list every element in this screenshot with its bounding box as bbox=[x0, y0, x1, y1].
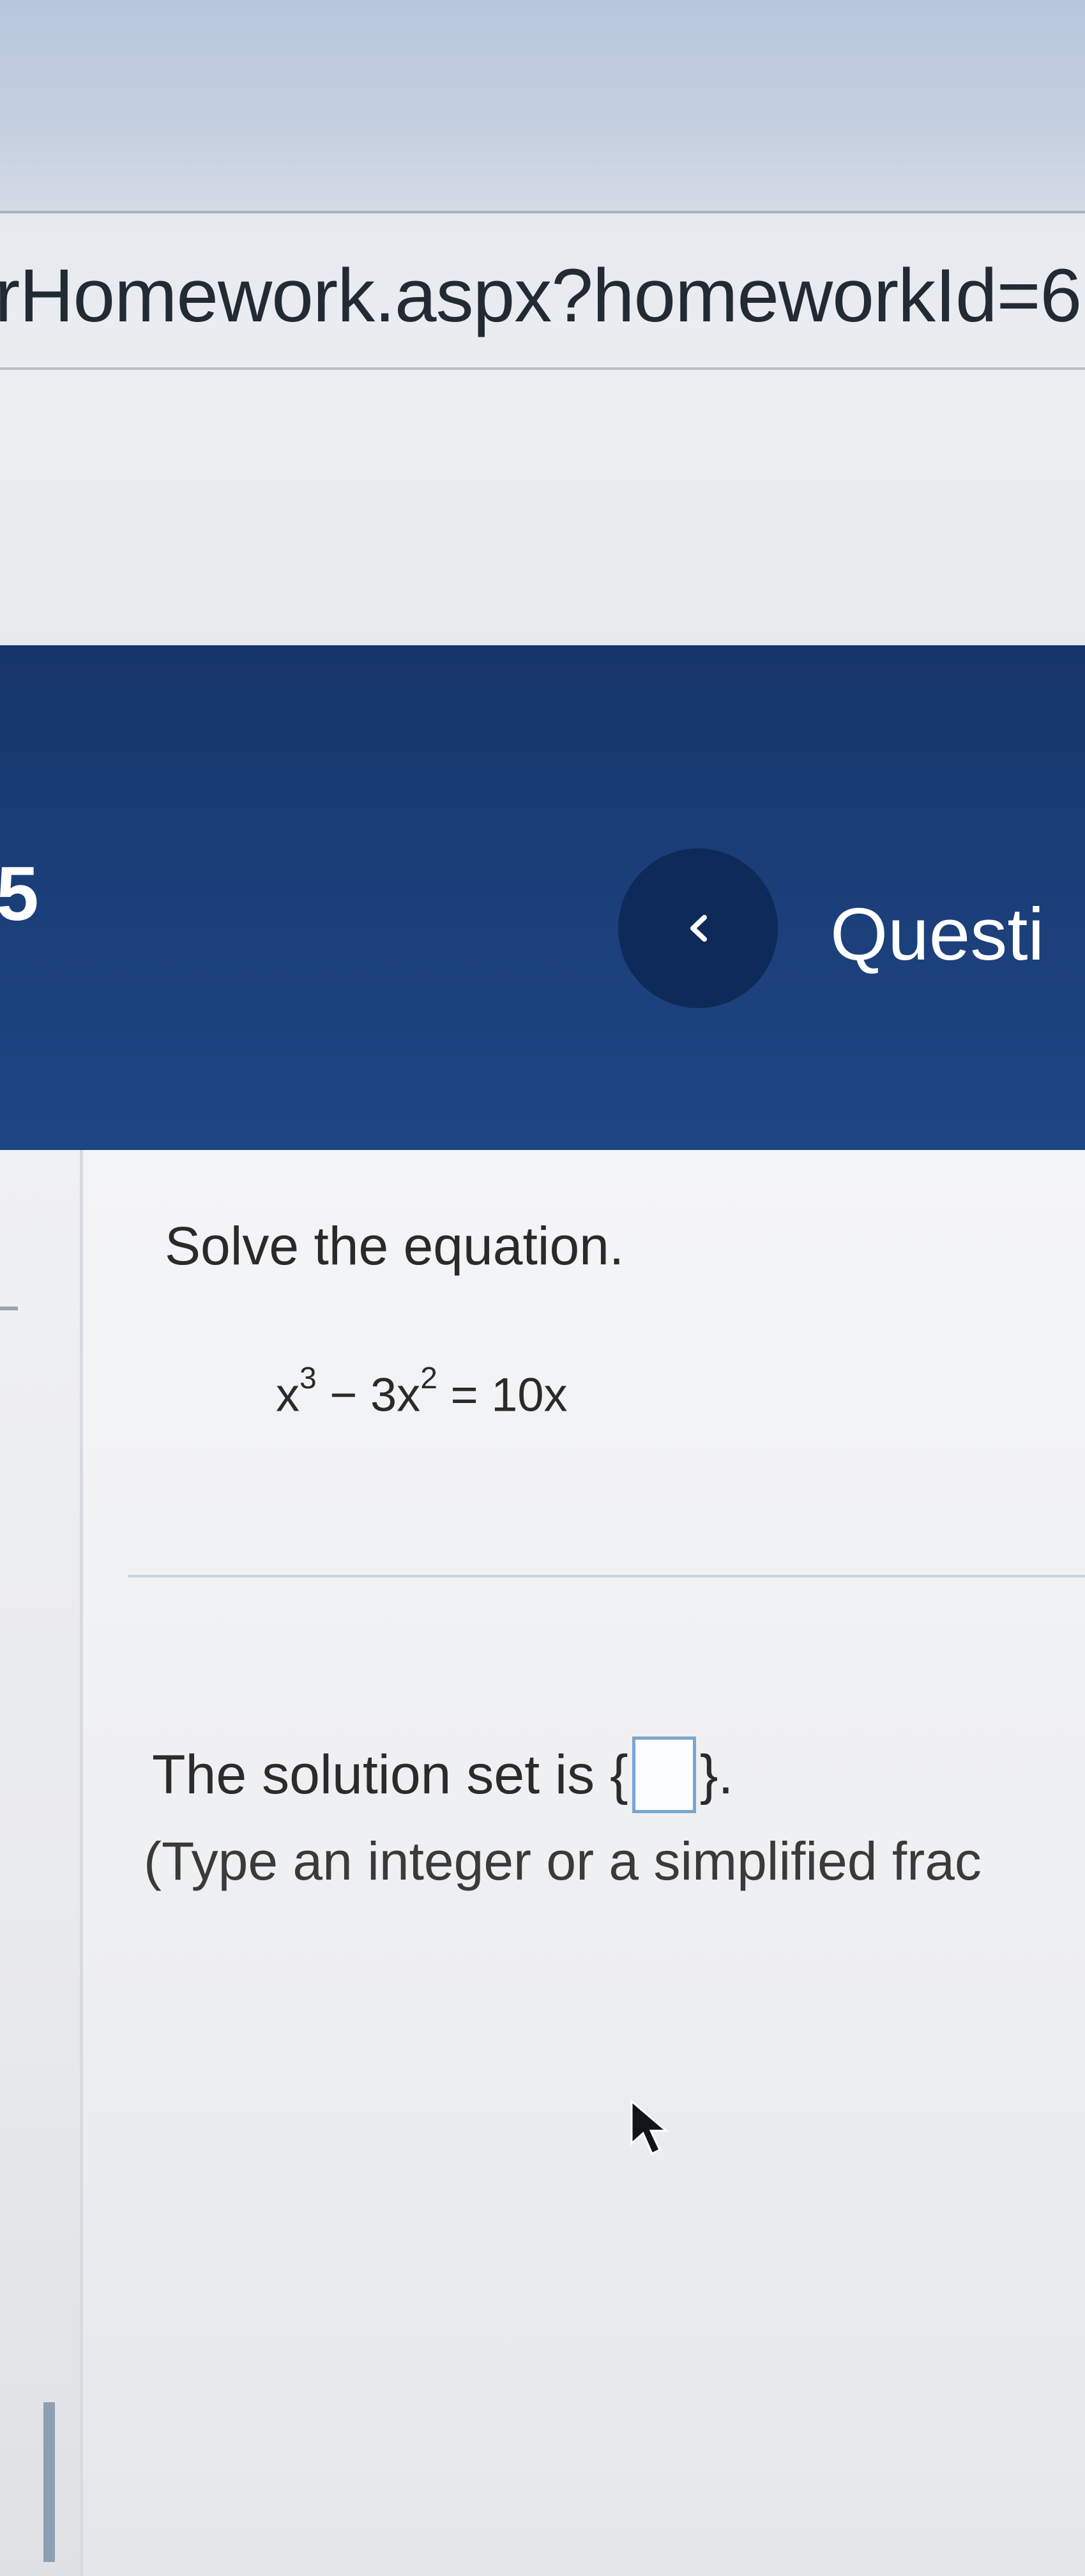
question-prompt: Solve the equation. bbox=[165, 1216, 625, 1276]
panel-edge-tick bbox=[0, 1307, 18, 1310]
answer-input[interactable] bbox=[632, 1736, 696, 1813]
equation-exponent-2: 2 bbox=[420, 1361, 437, 1395]
chevron-left-icon bbox=[690, 915, 707, 942]
question-title: Questi bbox=[830, 893, 1045, 976]
question-number: 5 bbox=[0, 851, 39, 937]
page-top-gap bbox=[0, 409, 1085, 645]
url-text[interactable]: rHomework.aspx?homeworkId=66 bbox=[0, 252, 1085, 339]
answer-prefix: The solution set is { bbox=[152, 1744, 628, 1805]
address-bar-divider bbox=[0, 367, 1085, 370]
answer-suffix: }. bbox=[699, 1744, 734, 1805]
question-divider bbox=[128, 1575, 1085, 1577]
page: rHomework.aspx?homeworkId=66 5 Questi So… bbox=[0, 0, 1085, 2576]
previous-question-button[interactable] bbox=[618, 848, 778, 1008]
left-edge-bar bbox=[43, 2402, 55, 2562]
equation-exponent-1: 3 bbox=[300, 1361, 317, 1395]
equation: x3 − 3x2 = 10x bbox=[276, 1361, 568, 1422]
equation-term-2: − 3x bbox=[316, 1368, 421, 1422]
browser-chrome bbox=[0, 0, 1085, 211]
mouse-pointer-icon bbox=[629, 2099, 680, 2172]
equation-rhs: = 10x bbox=[437, 1368, 568, 1422]
equation-term-base: x bbox=[276, 1368, 300, 1422]
answer-line: The solution set is { }. bbox=[152, 1736, 733, 1813]
answer-hint: (Type an integer or a simplified frac bbox=[144, 1831, 982, 1891]
